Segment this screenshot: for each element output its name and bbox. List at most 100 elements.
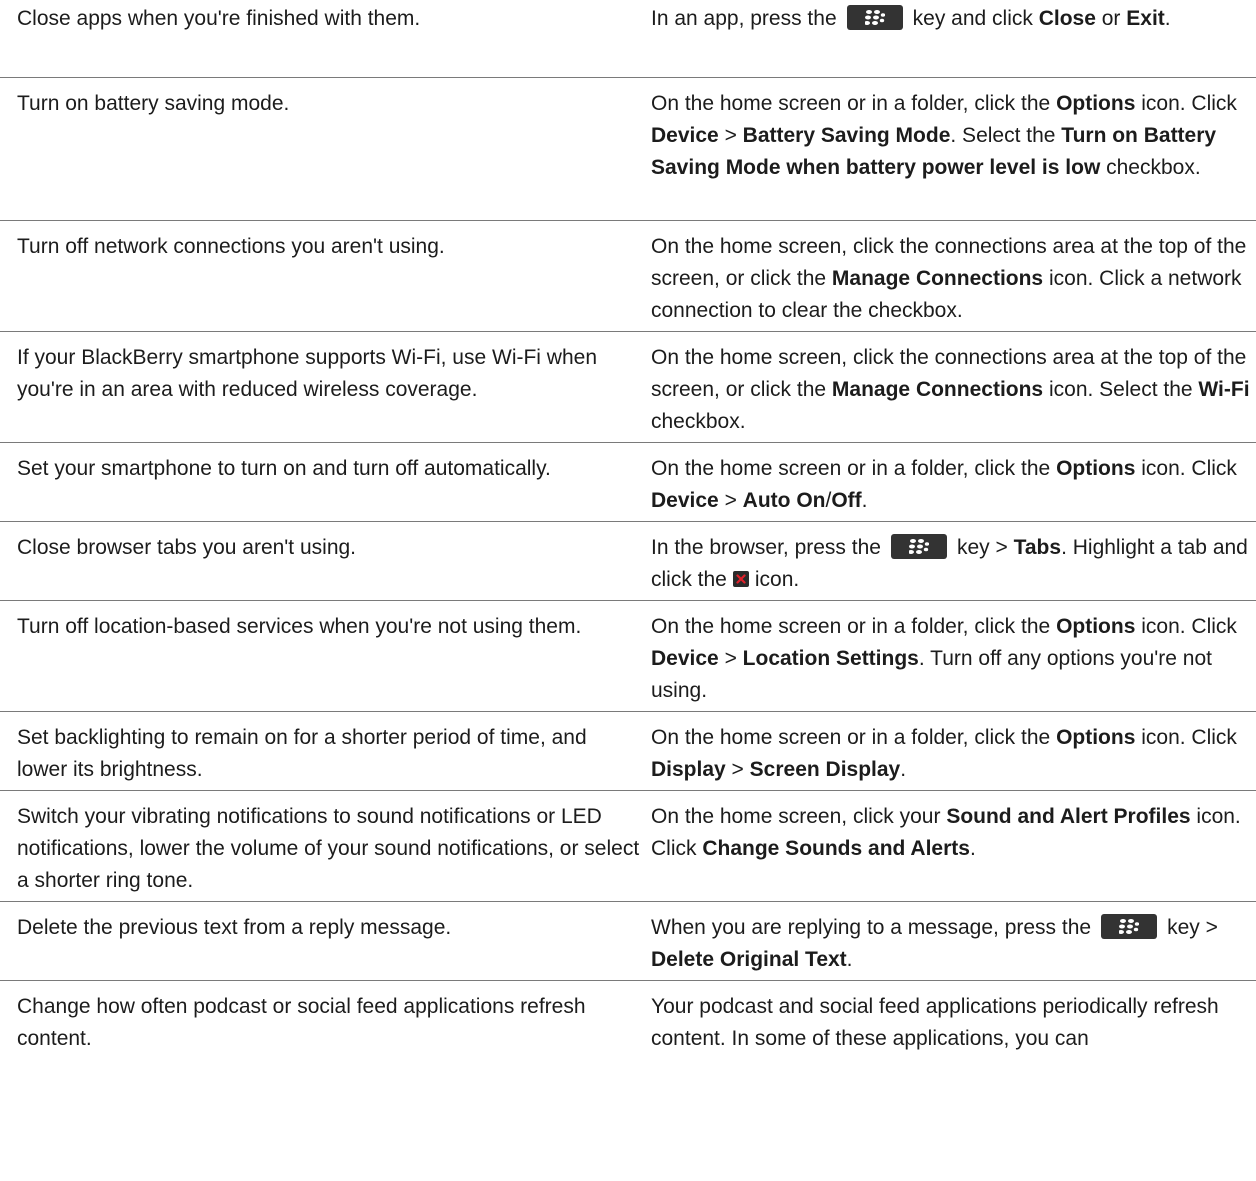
table-row: Switch your vibrating notifications to s…: [0, 791, 1256, 902]
instruction-text: . Select the: [950, 124, 1056, 147]
table-row: Turn off location-based services when yo…: [0, 601, 1256, 712]
table-row: Change how often podcast or social feed …: [0, 981, 1256, 1181]
ui-term: Sound and Alert Profiles: [946, 805, 1191, 828]
tip-text: Delete the previous text from a reply me…: [17, 916, 452, 939]
instruction-text: On the home screen or in a folder, click…: [651, 615, 1051, 638]
instruction-text: Your podcast and social feed application…: [651, 995, 1219, 1050]
how-cell: When you are replying to a message, pres…: [651, 912, 1256, 980]
ui-term: Off: [831, 489, 862, 512]
how-cell: Your podcast and social feed application…: [651, 991, 1256, 1181]
tip-text: Switch your vibrating notifications to s…: [17, 805, 640, 892]
instruction-text: On the home screen or in a folder, click…: [651, 92, 1051, 115]
instruction-text: In the browser, press the: [651, 536, 881, 559]
ui-term: Wi-Fi: [1198, 378, 1250, 401]
tip-cell: Close browser tabs you aren't using.: [0, 532, 651, 600]
table-row: Delete the previous text from a reply me…: [0, 902, 1256, 981]
tip-cell: Set backlighting to remain on for a shor…: [0, 722, 651, 790]
table-row: If your BlackBerry smartphone supports W…: [0, 332, 1256, 443]
tip-cell: Close apps when you're finished with the…: [0, 3, 651, 77]
instruction-text: .: [1164, 7, 1171, 30]
tip-cell: Set your smartphone to turn on and turn …: [0, 453, 651, 521]
ui-term: Change Sounds and Alerts: [702, 837, 970, 860]
how-cell: On the home screen, click the connection…: [651, 231, 1256, 331]
instruction-text: icon. Click: [1141, 92, 1237, 115]
instruction-text: In an app, press the: [651, 7, 837, 30]
instruction-text: .: [861, 489, 868, 512]
ui-term: Manage Connections: [831, 267, 1044, 290]
table-row: Close browser tabs you aren't using. In …: [0, 522, 1256, 601]
how-cell: On the home screen or in a folder, click…: [651, 611, 1256, 711]
tip-text: Turn off network connections you aren't …: [17, 235, 445, 258]
ui-term: Options: [1056, 92, 1136, 115]
table-row: Set your smartphone to turn on and turn …: [0, 443, 1256, 522]
tip-cell: Change how often podcast or social feed …: [0, 991, 651, 1181]
ui-term: Device: [651, 124, 719, 147]
ui-term: Tabs: [1013, 536, 1062, 559]
how-cell: On the home screen, click the connection…: [651, 342, 1256, 442]
instruction-text: icon. Click: [1141, 615, 1237, 638]
instruction-text: On the home screen or in a folder, click…: [651, 726, 1051, 749]
table-row: Close apps when you're finished with the…: [0, 0, 1256, 78]
ui-term: Options: [1056, 615, 1136, 638]
close-tab-icon: [732, 570, 749, 587]
tip-text: Set backlighting to remain on for a shor…: [17, 726, 587, 781]
instruction-text: checkbox.: [1106, 156, 1201, 179]
instruction-text: or: [1101, 7, 1121, 30]
how-cell: On the home screen or in a folder, click…: [651, 88, 1256, 220]
ui-term: Location Settings: [742, 647, 919, 670]
instruction-text: >: [724, 124, 737, 147]
ui-term: Options: [1056, 726, 1136, 749]
table-row: Turn on battery saving mode. On the home…: [0, 78, 1256, 221]
tip-text: Turn on battery saving mode.: [17, 92, 290, 115]
instruction-text: >: [724, 647, 737, 670]
instruction-text: key and click: [912, 7, 1033, 30]
blackberry-menu-key-icon: [1101, 913, 1158, 939]
ui-term: Manage Connections: [831, 378, 1044, 401]
how-cell: On the home screen or in a folder, click…: [651, 722, 1256, 790]
ui-term: Screen Display: [749, 758, 901, 781]
tip-text: If your BlackBerry smartphone supports W…: [17, 346, 598, 401]
ui-term: Auto On: [742, 489, 826, 512]
ui-term: Device: [651, 647, 719, 670]
instruction-text: On the home screen, click your: [651, 805, 941, 828]
instruction-text: .: [846, 948, 853, 971]
instruction-text: .: [900, 758, 907, 781]
how-cell: In an app, press the key and click Close …: [651, 3, 1256, 77]
tip-text: Set your smartphone to turn on and turn …: [17, 457, 551, 480]
instruction-text: icon. Select the: [1048, 378, 1193, 401]
tip-cell: If your BlackBerry smartphone supports W…: [0, 342, 651, 442]
instruction-text: icon.: [754, 568, 800, 591]
instruction-text: .: [969, 837, 976, 860]
instruction-text: >: [731, 758, 744, 781]
ui-term: Battery Saving Mode: [742, 124, 951, 147]
ui-term: Delete Original Text: [651, 948, 847, 971]
tip-cell: Turn off location-based services when yo…: [0, 611, 651, 711]
tip-cell: Delete the previous text from a reply me…: [0, 912, 651, 980]
blackberry-menu-key-icon: [890, 533, 947, 559]
instruction-text: icon. Click: [1141, 457, 1237, 480]
table-row: Set backlighting to remain on for a shor…: [0, 712, 1256, 791]
tip-text: Close browser tabs you aren't using.: [17, 536, 357, 559]
tip-cell: Turn on battery saving mode.: [0, 88, 651, 220]
table-row: Turn off network connections you aren't …: [0, 221, 1256, 332]
instruction-text: When you are replying to a message, pres…: [651, 916, 1092, 939]
instruction-text: key >: [1167, 916, 1218, 939]
ui-term: Device: [651, 489, 719, 512]
tip-cell: Turn off network connections you aren't …: [0, 231, 651, 331]
ui-term: Display: [651, 758, 726, 781]
instruction-text: icon. Click: [1141, 726, 1237, 749]
how-cell: On the home screen or in a folder, click…: [651, 453, 1256, 521]
ui-term: Exit: [1126, 7, 1165, 30]
instruction-text: key >: [956, 536, 1008, 559]
tip-cell: Switch your vibrating notifications to s…: [0, 801, 651, 901]
instruction-text: On the home screen or in a folder, click…: [651, 457, 1051, 480]
ui-term: Options: [1056, 457, 1136, 480]
instruction-text: >: [724, 489, 737, 512]
tip-text: Turn off location-based services when yo…: [17, 615, 582, 638]
blackberry-menu-key-icon: [846, 4, 903, 30]
how-cell: On the home screen, click your Sound and…: [651, 801, 1256, 901]
tip-text: Close apps when you're finished with the…: [17, 7, 421, 30]
tip-text: Change how often podcast or social feed …: [17, 995, 586, 1050]
ui-term: Close: [1038, 7, 1096, 30]
battery-tips-table: Close apps when you're finished with the…: [0, 0, 1256, 1181]
